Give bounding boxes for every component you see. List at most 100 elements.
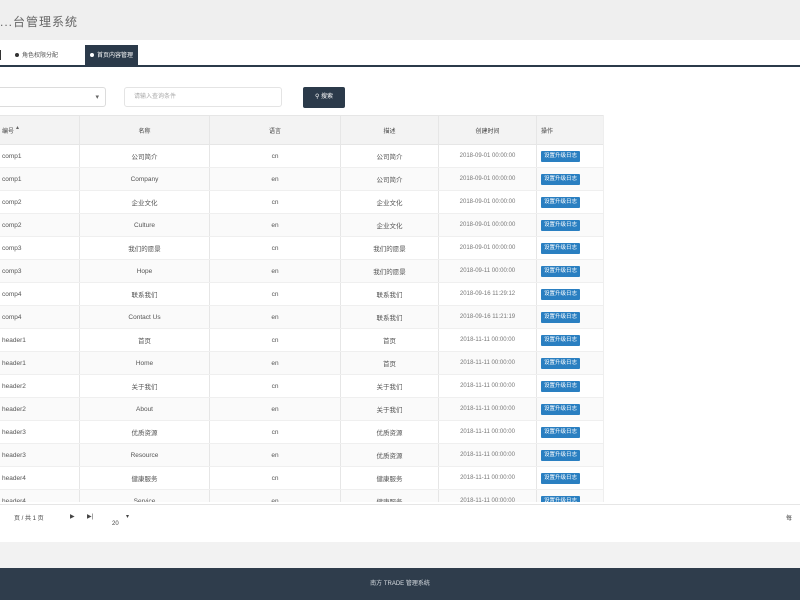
tab-dot-icon bbox=[15, 53, 19, 58]
table-row[interactable]: comp3 Hope en 我们的愿景 2018-09-11 00:00:00 设置升级日… bbox=[0, 260, 603, 283]
table-row[interactable]: header1 首页 cn 首页 2018-11-11 00:00:00 设置升级日志 bbox=[0, 329, 603, 352]
table-row[interactable]: header4Serviceen健康服务2018-11-11 00:00:00 设… bbox=[0, 490, 603, 502]
cell-description: 我们的愿景 bbox=[341, 237, 439, 259]
cell-description: 企业文化 bbox=[341, 191, 439, 213]
cell-code: header2 bbox=[0, 375, 80, 397]
cell-code: comp1 bbox=[0, 168, 80, 190]
action-button[interactable]: 设置升级日志 bbox=[541, 311, 581, 323]
action-button[interactable]: 设置升级日志 bbox=[541, 495, 581, 502]
next-page-button[interactable]: ▶ bbox=[70, 513, 75, 520]
table-row[interactable]: header3 Resource en 优质资源 2018-11-11 00:00:00… bbox=[0, 444, 603, 467]
page-info: 页 / 共 1 页 bbox=[14, 516, 44, 522]
action-button[interactable]: 设置升级日志 bbox=[541, 288, 581, 300]
cell-description: 优质资源 bbox=[341, 444, 439, 466]
cell-name: 联系我们 bbox=[80, 283, 210, 305]
filter-select[interactable]: ▾ bbox=[0, 87, 106, 107]
cell-actions: 设置升级日志 bbox=[537, 237, 603, 259]
cell-description: 联系我们 bbox=[341, 306, 439, 328]
cell-name: 关于我们 bbox=[80, 375, 210, 397]
cell-actions: 设置升级日志 bbox=[537, 260, 603, 282]
cell-actions: 设置升级日志 bbox=[537, 352, 603, 374]
action-button[interactable]: 设置升级日志 bbox=[541, 265, 581, 277]
table-row[interactable]: header2 About en 关于我们 2018-11-11 00:00:00 设置升… bbox=[0, 398, 603, 421]
column-header-name[interactable]: 名称 bbox=[80, 116, 210, 144]
cell-actions: 设置升级日志 bbox=[537, 467, 603, 489]
cell-description: 首页 bbox=[341, 329, 439, 351]
action-button[interactable]: 设置升级日志 bbox=[541, 472, 581, 484]
action-button[interactable]: 设置升级日志 bbox=[541, 380, 581, 392]
cell-actions: 设置升级日志 bbox=[537, 421, 603, 443]
action-button[interactable]: 设置升级日志 bbox=[541, 150, 581, 162]
cell-created-time: 2018-11-11 00:00:00 bbox=[439, 444, 537, 466]
action-button[interactable]: 设置升级日志 bbox=[541, 219, 581, 231]
cell-language: en bbox=[210, 398, 341, 420]
cell-name: Hope bbox=[80, 260, 210, 282]
column-header-description[interactable]: 描述 bbox=[341, 116, 439, 144]
table-row[interactable]: header4 健康服务 cn 健康服务 2018-11-11 00:00:00 设置升级… bbox=[0, 467, 603, 490]
cell-language: en bbox=[210, 490, 341, 502]
table-row[interactable]: comp1 公司简介 cn 公司简介 2018-09-01 00:00:00 设置升级日志 bbox=[0, 145, 603, 168]
cell-name: Home bbox=[80, 352, 210, 374]
table-row[interactable]: comp3 我们的愿景 cn 我们的愿景 2018-09-01 00:00:00 设置升级… bbox=[0, 237, 603, 260]
cell-code: header3 bbox=[0, 421, 80, 443]
table-row[interactable]: comp1 Company en 公司简介 2018-09-01 00:00:00 设置升… bbox=[0, 168, 603, 191]
table-row[interactable]: comp4 联系我们 cn 联系我们 2018-09-16 11:29:12 设置升级日志 bbox=[0, 283, 603, 306]
action-button[interactable]: 设置升级日志 bbox=[541, 357, 581, 369]
action-button[interactable]: 设置升级日志 bbox=[541, 173, 581, 185]
action-button[interactable]: 设置升级日志 bbox=[541, 449, 581, 461]
cell-description: 首页 bbox=[341, 352, 439, 374]
tab-home-content[interactable]: 首页内容管理 bbox=[85, 45, 139, 67]
cell-actions: 设置升级日志 bbox=[537, 145, 603, 167]
grid-header: 编号 ▴ 名称 语言 描述 创建时间 操作 bbox=[0, 115, 603, 145]
search-input[interactable]: 请输入查询条件 bbox=[124, 87, 282, 107]
action-button[interactable]: 设置升级日志 bbox=[541, 403, 581, 415]
tab-role-permission[interactable]: 角色权限分配 bbox=[10, 45, 63, 67]
table-row[interactable]: header1 Home en 首页 2018-11-11 00:00:00 设置升级日志 bbox=[0, 352, 603, 375]
cell-code: header1 bbox=[0, 329, 80, 351]
action-button[interactable]: 设置升级日志 bbox=[541, 196, 581, 208]
cell-description: 健康服务 bbox=[341, 490, 439, 502]
grid-body: comp1 公司简介 cn 公司简介 2018-09-01 00:00:00 设置升级日志… bbox=[0, 145, 603, 502]
cell-name: 首页 bbox=[80, 329, 210, 351]
action-button[interactable]: 设置升级日志 bbox=[541, 334, 581, 346]
cell-code: comp3 bbox=[0, 260, 80, 282]
table-row[interactable]: header3 优质资源 cn 优质资源 2018-11-11 00:00:00 设置升级… bbox=[0, 421, 603, 444]
cell-name: Culture bbox=[80, 214, 210, 236]
table-row[interactable]: header2 关于我们 cn 关于我们 2018-11-11 00:00:00 设置升级… bbox=[0, 375, 603, 398]
cell-actions: 设置升级日志 bbox=[537, 306, 603, 328]
cell-code: header2 bbox=[0, 398, 80, 420]
column-header-code[interactable]: 编号 ▴ bbox=[0, 116, 80, 144]
cell-language: cn bbox=[210, 375, 341, 397]
page-size-select[interactable]: 20 ▾ bbox=[112, 513, 130, 527]
cell-description: 我们的愿景 bbox=[341, 260, 439, 282]
cell-language: en bbox=[210, 444, 341, 466]
cell-description: 企业文化 bbox=[341, 214, 439, 236]
sort-icon[interactable]: ▴ bbox=[16, 124, 19, 131]
action-button[interactable]: 设置升级日志 bbox=[541, 242, 581, 254]
table-row[interactable]: comp2 企业文化 cn 企业文化 2018-09-01 00:00:00 设置升级日志 bbox=[0, 191, 603, 214]
column-header-created-time[interactable]: 创建时间 bbox=[439, 116, 537, 144]
data-grid: 编号 ▴ 名称 语言 描述 创建时间 操作 comp1 公司简介 cn 公司简介 2018… bbox=[0, 115, 604, 502]
cell-description: 公司简介 bbox=[341, 168, 439, 190]
app-title: ...台管理系统 bbox=[0, 15, 79, 29]
cell-name: 我们的愿景 bbox=[80, 237, 210, 259]
search-button[interactable]: ⚲ 搜索 bbox=[303, 87, 345, 108]
cell-language: cn bbox=[210, 421, 341, 443]
cell-language: en bbox=[210, 306, 341, 328]
cell-created-time: 2018-11-11 00:00:00 bbox=[439, 398, 537, 420]
chevron-down-icon: ▾ bbox=[126, 514, 130, 520]
cell-name: Service bbox=[80, 490, 210, 502]
table-row[interactable]: comp2 Culture en 企业文化 2018-09-01 00:00:00 设置升… bbox=[0, 214, 603, 237]
cell-language: cn bbox=[210, 237, 341, 259]
action-button[interactable]: 设置升级日志 bbox=[541, 426, 581, 438]
cell-created-time: 2018-11-11 00:00:00 bbox=[439, 467, 537, 489]
tab-divider bbox=[0, 50, 1, 60]
cell-name: Company bbox=[80, 168, 210, 190]
last-page-button[interactable]: ▶| bbox=[87, 513, 93, 520]
cell-code: comp2 bbox=[0, 191, 80, 213]
cell-code: comp3 bbox=[0, 237, 80, 259]
table-row[interactable]: comp4 Contact Us en 联系我们 2018-09-16 11:21:19… bbox=[0, 306, 603, 329]
cell-created-time: 2018-09-01 00:00:00 bbox=[439, 168, 537, 190]
cell-language: cn bbox=[210, 191, 341, 213]
column-header-language[interactable]: 语言 bbox=[210, 116, 341, 144]
